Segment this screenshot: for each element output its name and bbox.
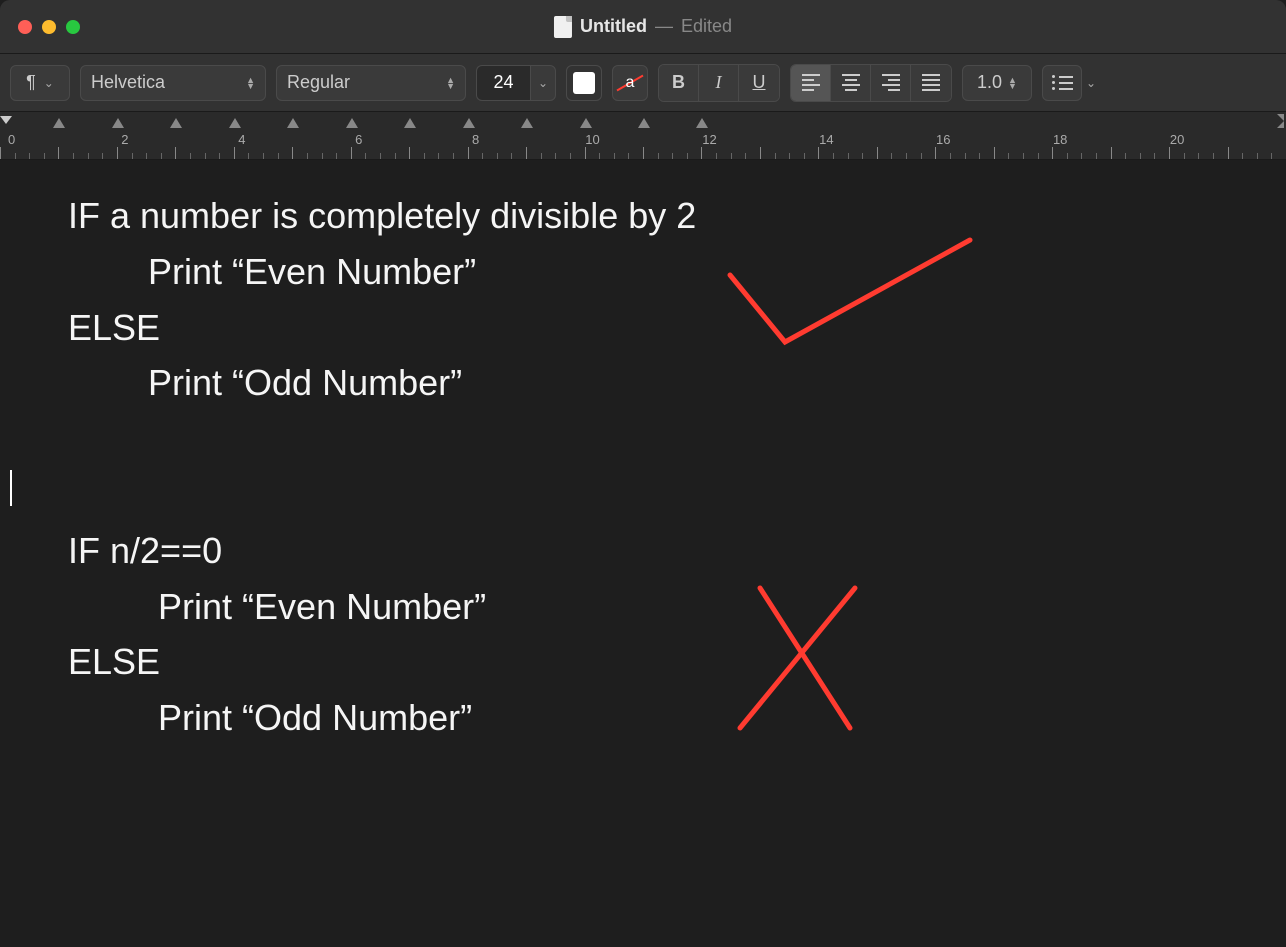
highlight-a-icon: a: [626, 74, 635, 92]
ruler-right-marker-icon[interactable]: [1277, 114, 1284, 128]
pilcrow-icon: ¶: [26, 72, 36, 93]
align-left-icon: [802, 74, 820, 91]
tab-stop-marker[interactable]: [696, 118, 708, 128]
ruler[interactable]: 0246810121416182022: [0, 112, 1286, 160]
highlight-color-button[interactable]: a: [612, 65, 648, 101]
align-right-icon: [882, 74, 900, 91]
text-color-button[interactable]: [566, 65, 602, 101]
ruler-number: 16: [936, 132, 950, 147]
titlebar: Untitled — Edited: [0, 0, 1286, 54]
maximize-icon[interactable]: [66, 20, 80, 34]
first-line-indent-marker[interactable]: [0, 116, 12, 124]
app-window: Untitled — Edited ¶ ⌄ Helvetica ▲▼ Regul…: [0, 0, 1286, 947]
font-weight-select[interactable]: Regular ▲▼: [276, 65, 466, 101]
tab-stop-marker[interactable]: [521, 118, 533, 128]
tab-stop-marker[interactable]: [287, 118, 299, 128]
chevron-updown-icon: ▲▼: [1008, 77, 1017, 89]
align-right-button[interactable]: [871, 65, 911, 101]
text-cursor: [10, 470, 12, 506]
ruler-number: 0: [8, 132, 15, 147]
tab-stop-marker[interactable]: [229, 118, 241, 128]
ruler-number: 12: [702, 132, 716, 147]
chevron-updown-icon: ▲▼: [246, 77, 255, 89]
tab-stop-marker[interactable]: [112, 118, 124, 128]
font-weight-label: Regular: [287, 72, 350, 93]
chevron-down-icon: ⌄: [538, 76, 548, 90]
chevron-down-icon[interactable]: ⌄: [1086, 76, 1096, 90]
tab-stop-marker[interactable]: [346, 118, 358, 128]
document-body[interactable]: IF a number is completely divisible by 2…: [68, 188, 1286, 746]
line-spacing-value: 1.0: [977, 72, 1002, 93]
paragraph-style-button[interactable]: ¶ ⌄: [10, 65, 70, 101]
window-controls: [18, 20, 80, 34]
window-title: Untitled — Edited: [554, 16, 732, 38]
ruler-number: 2: [121, 132, 128, 147]
italic-button[interactable]: I: [699, 65, 739, 101]
ruler-number: 4: [238, 132, 245, 147]
ruler-number: 18: [1053, 132, 1067, 147]
list-style-button[interactable]: [1042, 65, 1082, 101]
align-center-icon: [842, 74, 860, 91]
document-name: Untitled: [580, 16, 647, 37]
font-family-select[interactable]: Helvetica ▲▼: [80, 65, 266, 101]
document-editor[interactable]: IF a number is completely divisible by 2…: [0, 160, 1286, 947]
tab-stop-marker[interactable]: [404, 118, 416, 128]
list-icon: [1052, 75, 1073, 90]
minimize-icon[interactable]: [42, 20, 56, 34]
text-align-group: [790, 64, 952, 102]
document-status: Edited: [681, 16, 732, 37]
text-style-group: B I U: [658, 64, 780, 102]
tab-stop-marker[interactable]: [53, 118, 65, 128]
list-style-group: ⌄: [1042, 65, 1096, 101]
ruler-number: 20: [1170, 132, 1184, 147]
tab-stop-marker[interactable]: [170, 118, 182, 128]
align-left-button[interactable]: [791, 65, 831, 101]
font-family-label: Helvetica: [91, 72, 165, 93]
tab-stop-marker[interactable]: [638, 118, 650, 128]
line-spacing-select[interactable]: 1.0 ▲▼: [962, 65, 1032, 101]
ruler-number: 10: [585, 132, 599, 147]
ruler-number: 6: [355, 132, 362, 147]
font-size-value[interactable]: 24: [476, 65, 530, 101]
ruler-number: 14: [819, 132, 833, 147]
tab-stop-marker[interactable]: [463, 118, 475, 128]
align-justify-button[interactable]: [911, 65, 951, 101]
bold-button[interactable]: B: [659, 65, 699, 101]
text-color-swatch: [573, 72, 595, 94]
chevron-updown-icon: ▲▼: [446, 77, 455, 89]
align-justify-icon: [922, 74, 940, 91]
document-icon: [554, 16, 572, 38]
format-toolbar: ¶ ⌄ Helvetica ▲▼ Regular ▲▼ 24 ⌄ a B I U: [0, 54, 1286, 112]
font-size-stepper[interactable]: 24 ⌄: [476, 65, 556, 101]
font-size-step-button[interactable]: ⌄: [530, 65, 556, 101]
tab-stop-marker[interactable]: [580, 118, 592, 128]
align-center-button[interactable]: [831, 65, 871, 101]
title-separator: —: [655, 16, 673, 37]
underline-button[interactable]: U: [739, 65, 779, 101]
ruler-number: 8: [472, 132, 479, 147]
close-icon[interactable]: [18, 20, 32, 34]
chevron-down-icon: ⌄: [44, 76, 54, 90]
